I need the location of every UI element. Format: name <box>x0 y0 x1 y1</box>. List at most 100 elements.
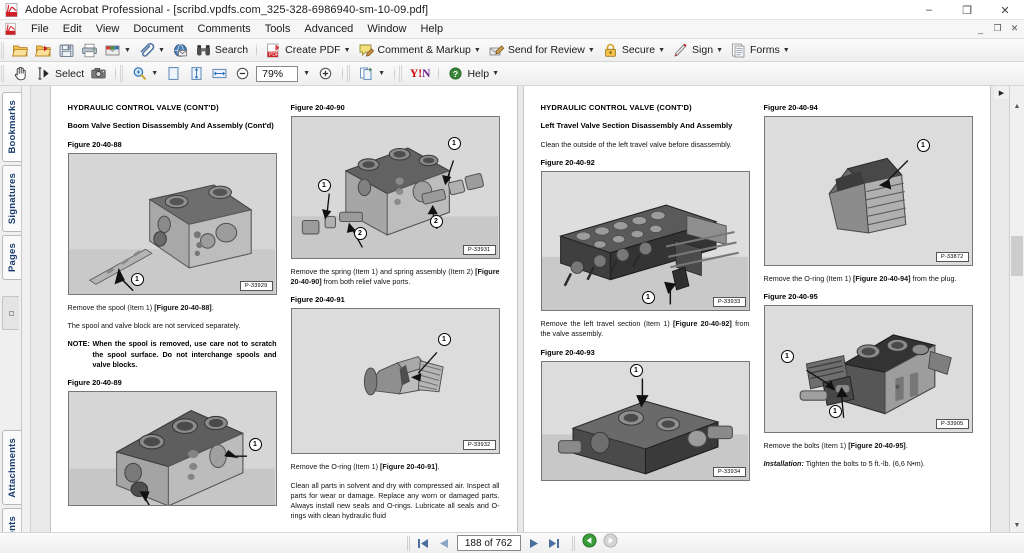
sign-button[interactable]: Sign ▼ <box>669 40 727 60</box>
next-page-button[interactable] <box>524 535 544 552</box>
sidebar-item-bookmarks[interactable]: Bookmarks <box>2 92 21 162</box>
zoom-in-button[interactable] <box>314 64 337 84</box>
chevron-down-icon[interactable]: ▼ <box>588 47 595 54</box>
body-paragraph: Remove the left travel section (Item 1) … <box>541 319 750 339</box>
acrobat-window: Adobe Acrobat Professional - [scribd.vpd… <box>0 0 1024 553</box>
page-display-button[interactable]: ▼ <box>355 64 389 84</box>
camera-snapshot-icon <box>90 65 107 82</box>
toolbar-separator <box>394 65 395 82</box>
menu-bar: File Edit View Document Comments Tools A… <box>0 20 1024 39</box>
page-number-input[interactable]: 188 of 762 <box>456 535 521 551</box>
navpane-splitter[interactable] <box>2 296 19 330</box>
toolbar-grip[interactable] <box>1 41 5 59</box>
secure-button[interactable]: Secure ▼ <box>599 40 669 60</box>
toolbar-grip[interactable] <box>120 65 125 82</box>
snapshot-tool-button[interactable] <box>87 64 110 84</box>
send-for-review-button[interactable]: Send for Review ▼ <box>485 40 599 60</box>
email-button[interactable]: ▼ <box>101 40 135 60</box>
callout-marker: 1 <box>780 350 794 364</box>
paragraph-text: Remove the O-ring (Item 1) <box>290 462 380 472</box>
open-file-button[interactable] <box>9 40 32 60</box>
zoom-tool-button[interactable]: ▼ <box>128 64 162 84</box>
chevron-down-icon[interactable]: ▼ <box>474 47 481 54</box>
comment-markup-button[interactable]: Comment & Markup ▼ <box>355 40 485 60</box>
create-pdf-from-file-button[interactable] <box>32 40 55 60</box>
actual-size-button[interactable] <box>162 64 185 84</box>
menu-item-comments[interactable]: Comments <box>191 21 258 37</box>
document-viewport[interactable]: HYDRAULIC CONTROL VALVE (CONT'D) Boom Va… <box>31 86 1009 532</box>
figure-20-40-94: 1 P-33872 <box>763 116 973 266</box>
chevron-down-icon[interactable]: ▼ <box>658 47 665 54</box>
chevron-down-icon[interactable]: ▼ <box>492 70 499 77</box>
sign-label: Sign <box>692 44 714 56</box>
hand-tool-button[interactable] <box>9 64 32 84</box>
help-button[interactable]: ? Help ▼ <box>444 64 503 84</box>
help-button-label: Help <box>467 67 490 80</box>
paragraph-text-end: . <box>211 303 214 313</box>
previous-view-button[interactable] <box>579 533 600 553</box>
chevron-down-icon[interactable]: ▼ <box>378 70 385 77</box>
vertical-scrollbar[interactable]: ▲ ▼ <box>1009 86 1024 532</box>
zoom-out-button[interactable] <box>231 64 254 84</box>
mdi-close-button[interactable]: ✕ <box>1006 21 1023 36</box>
figure-20-40-95: 1 1 P-33905 <box>763 305 973 434</box>
toolbar-grip[interactable] <box>1 65 5 82</box>
document-icon[interactable] <box>4 22 18 36</box>
callout-marker: 1 <box>828 405 842 419</box>
print-button[interactable] <box>78 40 101 60</box>
figure-caption: Figure 20-40-91 <box>290 295 345 305</box>
email-pdf-button[interactable] <box>169 40 192 60</box>
callout-marker: 2 <box>353 227 367 240</box>
chevron-down-icon[interactable]: ▼ <box>124 47 131 54</box>
chevron-down-icon[interactable]: ▼ <box>158 47 165 54</box>
yahoo-search-button[interactable]: Y! N <box>407 64 433 84</box>
menu-item-document[interactable]: Document <box>126 21 190 37</box>
create-pdf-button[interactable]: PDF Create PDF ▼ <box>262 40 354 60</box>
select-tool-button[interactable]: Select <box>32 64 87 84</box>
figure-20-40-91: 1 P-33932 <box>290 308 500 455</box>
forms-button[interactable]: Forms ▼ <box>727 40 794 60</box>
toolbar-grip[interactable] <box>347 65 352 82</box>
fit-page-button[interactable] <box>185 64 208 84</box>
menu-item-tools[interactable]: Tools <box>258 21 298 37</box>
scroll-down-icon[interactable]: ▼ <box>1010 518 1024 532</box>
mdi-minimize-button[interactable]: _ <box>972 21 989 36</box>
sidebar-item-attachments[interactable]: Attachments <box>2 429 21 506</box>
yahoo-toolbar-group: Y! N <box>405 62 435 85</box>
scroll-up-icon[interactable]: ▲ <box>1010 99 1024 113</box>
first-page-button[interactable] <box>414 535 434 552</box>
menu-item-help[interactable]: Help <box>413 21 450 37</box>
minimize-button[interactable]: – <box>910 0 948 20</box>
chevron-down-icon[interactable]: ▼ <box>716 47 723 54</box>
menu-item-window[interactable]: Window <box>360 21 413 37</box>
previous-page-button[interactable] <box>434 535 454 552</box>
zoom-level-input[interactable]: 79% <box>256 65 299 82</box>
last-page-button[interactable] <box>544 535 564 552</box>
chevron-down-icon[interactable]: ▼ <box>344 47 351 54</box>
scroll-collapse-icon[interactable]: ▶ <box>994 86 1009 99</box>
binoculars-icon <box>195 42 212 59</box>
fit-width-button[interactable] <box>208 64 231 84</box>
callout-marker: 1 <box>641 291 655 305</box>
menu-item-advanced[interactable]: Advanced <box>297 21 360 37</box>
save-button[interactable] <box>55 40 78 60</box>
sidebar-item-pages[interactable]: Pages <box>2 234 21 280</box>
scrollbar-thumb[interactable] <box>1011 236 1023 276</box>
toolbar-grip[interactable] <box>399 65 403 82</box>
next-view-button[interactable] <box>600 533 621 553</box>
left-gutter <box>22 86 31 532</box>
close-button[interactable]: ✕ <box>986 0 1024 20</box>
zoom-in-circle-icon <box>317 65 334 82</box>
sidebar-item-signatures[interactable]: Signatures <box>2 164 21 232</box>
menu-item-view[interactable]: View <box>89 21 127 37</box>
chevron-down-icon[interactable]: ▼ <box>151 70 158 77</box>
mdi-restore-button[interactable]: ❐ <box>989 21 1006 36</box>
figure-image <box>764 306 972 433</box>
menu-item-edit[interactable]: Edit <box>56 21 89 37</box>
attach-file-button[interactable]: ▼ <box>135 40 169 60</box>
menu-item-file[interactable]: File <box>24 21 56 37</box>
chevron-down-icon[interactable]: ▼ <box>783 47 790 54</box>
search-button[interactable]: Search <box>192 40 251 60</box>
maximize-button[interactable]: ❐ <box>948 0 986 20</box>
chevron-down-icon[interactable]: ▼ <box>303 70 310 77</box>
